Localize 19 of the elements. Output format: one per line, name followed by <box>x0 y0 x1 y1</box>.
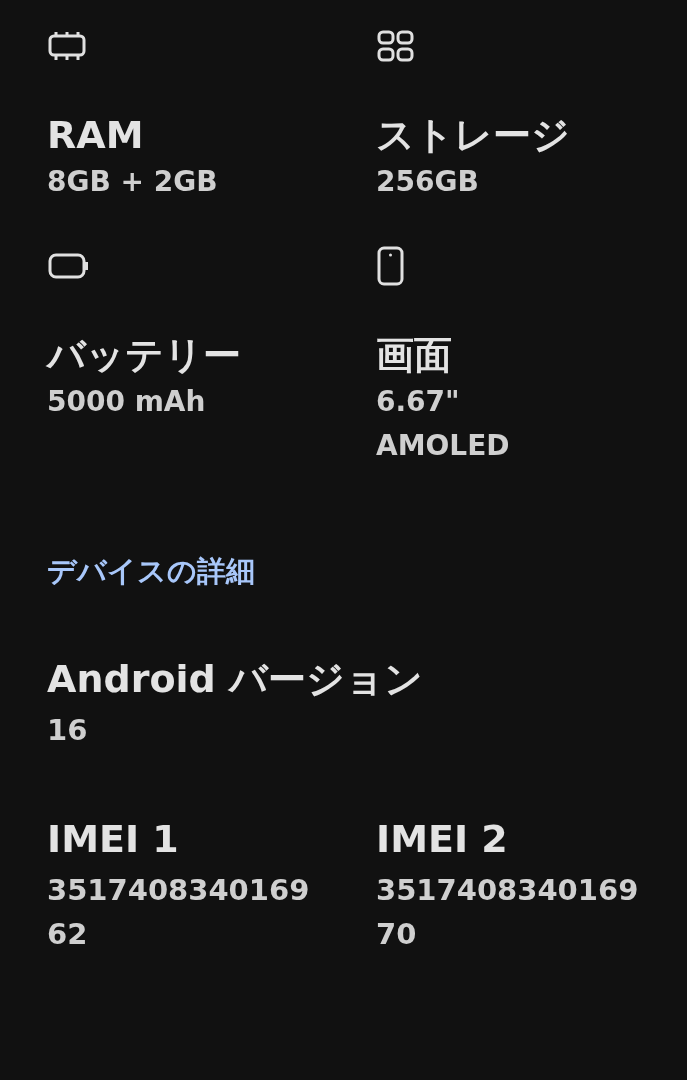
section-title: デバイスの詳細 <box>47 553 256 590</box>
detail-title: Android バージョン <box>47 655 424 703</box>
spec-value: 6.67" AMOLED <box>376 384 511 464</box>
memory-chip-icon <box>47 30 87 62</box>
spec-value: 5000 mAh <box>47 384 207 420</box>
detail-value: 16 <box>47 711 89 749</box>
spec-title: RAM <box>47 112 145 159</box>
detail-value: 351740834016970 <box>376 871 640 953</box>
spec-title: 画面 <box>376 332 453 379</box>
grid-icon <box>376 29 416 63</box>
spec-value: 256GB <box>376 164 480 200</box>
detail-title: IMEI 2 <box>376 815 509 863</box>
spec-title: バッテリー <box>47 332 242 379</box>
detail-title: IMEI 1 <box>47 815 180 863</box>
detail-value: 351740834016962 <box>47 871 311 953</box>
spec-title: ストレージ <box>376 112 571 159</box>
spec-value: 8GB + 2GB <box>47 164 219 200</box>
phone-icon <box>376 246 406 286</box>
battery-icon <box>47 251 91 281</box>
